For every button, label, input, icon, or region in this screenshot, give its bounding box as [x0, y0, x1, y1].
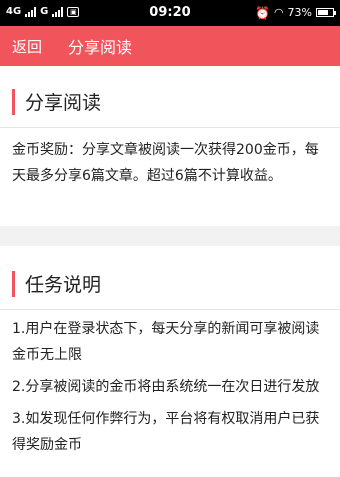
reward-heading-text: 分享阅读 — [25, 92, 102, 114]
task-heading-text: 任务说明 — [25, 274, 102, 296]
heading-accent-bar — [12, 270, 15, 297]
reward-section: 分享阅读 金币奖励：分享文章被阅读一次获得200金币，每天最多分享6篇文章。超过… — [0, 66, 340, 226]
status-right: ⏰ ◠ 73% — [254, 5, 336, 20]
battery-icon — [316, 8, 336, 17]
battery-fill — [318, 10, 329, 15]
task-section: 任务说明 1.用户在登录状态下，每天分享的新闻可享被阅读金币无上限 2.分享被阅… — [0, 246, 340, 477]
task-item-2: 2.分享被阅读的金币将由系统统一在次日进行发放 — [12, 379, 320, 395]
reward-heading: 分享阅读 — [12, 88, 340, 115]
page-title: 分享阅读 — [68, 38, 133, 57]
task-item-1: 1.用户在登录状态下，每天分享的新闻可享被阅读金币无上限 — [12, 321, 320, 363]
section-gap — [0, 226, 340, 246]
divider — [0, 127, 340, 128]
task-heading: 任务说明 — [12, 270, 340, 297]
reward-description: 金币奖励：分享文章被阅读一次获得200金币，每天最多分享6篇文章。超过6篇不计算… — [12, 142, 319, 184]
wifi-icon: ◠ — [273, 6, 284, 19]
heading-accent-bar — [12, 88, 15, 115]
status-bar: 4G G ▣ 09:20 ⏰ ◠ 73% — [0, 0, 340, 26]
nav-bar: 返回 分享阅读 — [0, 26, 340, 66]
divider — [0, 309, 340, 310]
back-button[interactable]: 返回 — [12, 36, 42, 57]
alarm-icon: ⏰ — [254, 5, 270, 20]
battery-percent: 73% — [287, 6, 312, 19]
task-item-3: 3.如发现任何作弊行为，平台将有权取消用户已获得奖励金币 — [12, 411, 320, 453]
